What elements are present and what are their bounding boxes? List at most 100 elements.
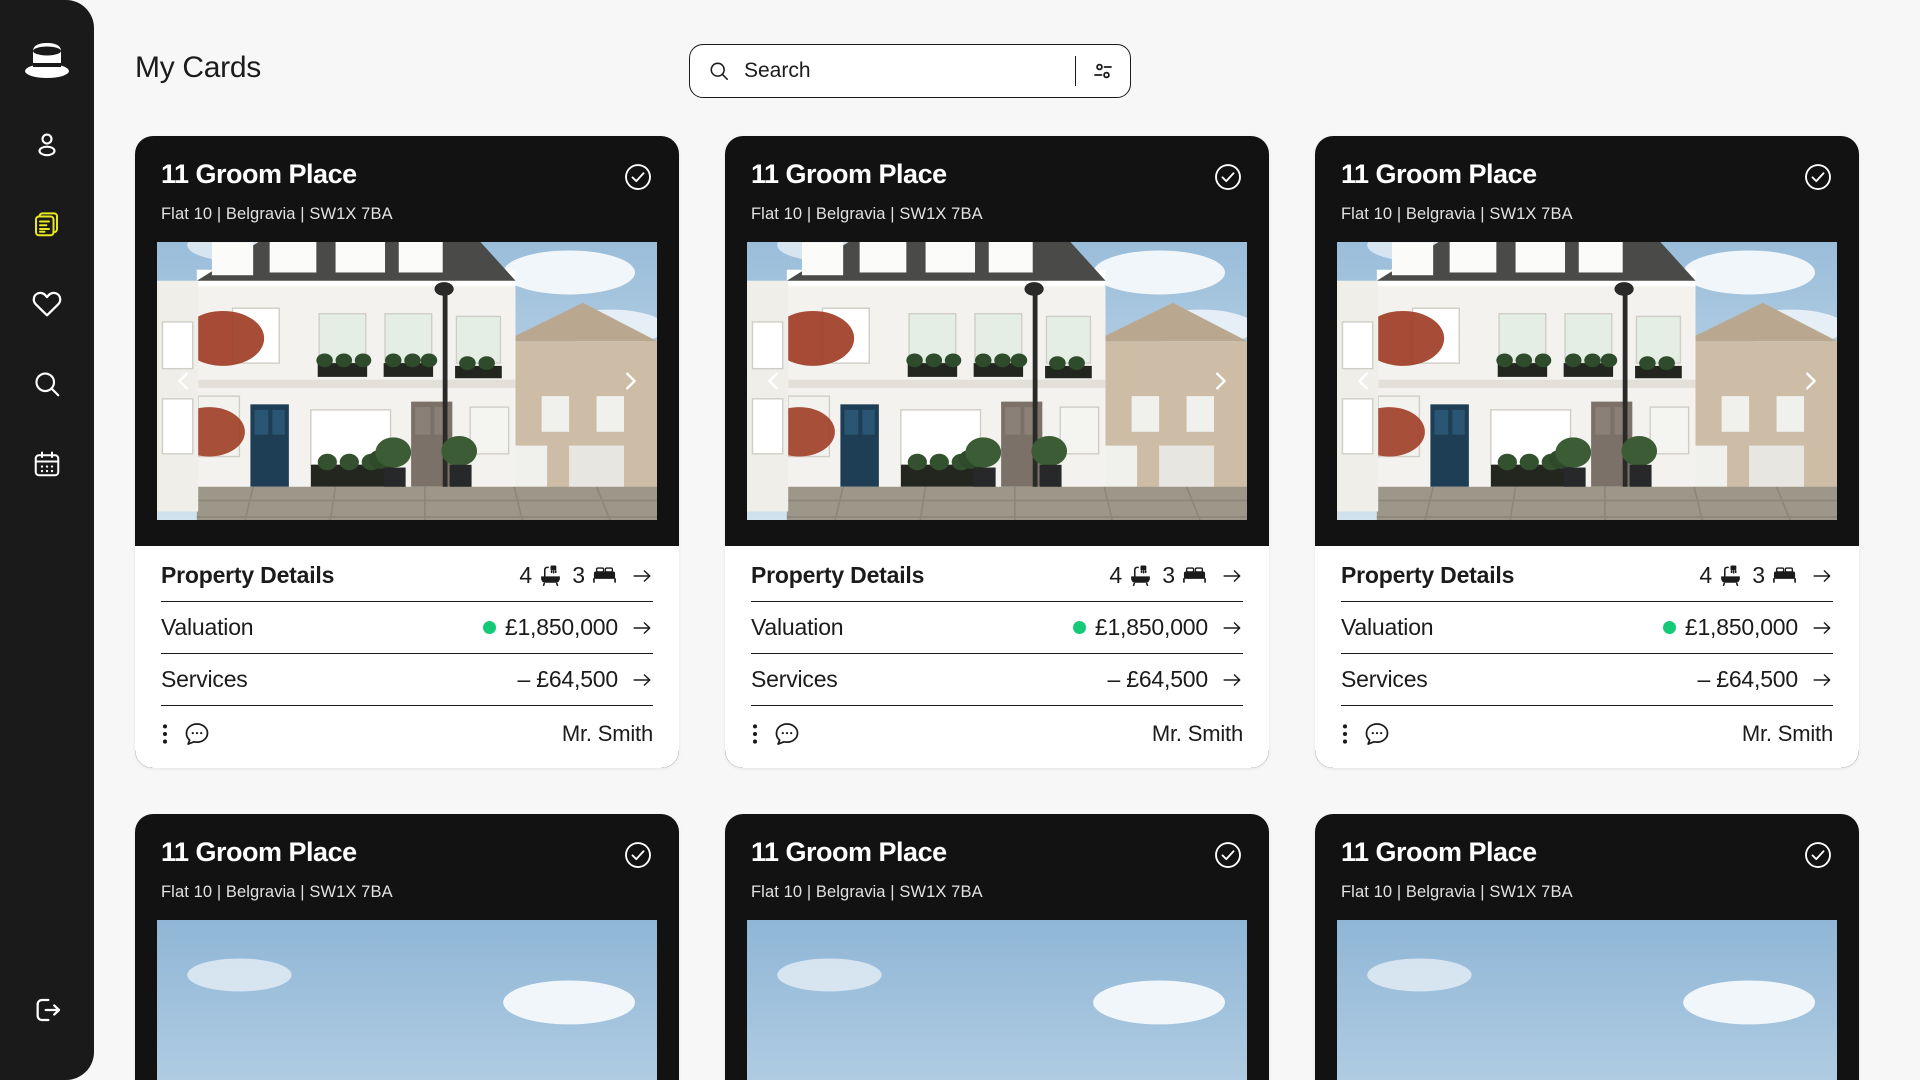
circle-check-icon[interactable] [623, 162, 653, 197]
property-card[interactable]: 11 Groom Place Flat 10 | Belgravia | SW1… [725, 136, 1269, 768]
property-card[interactable]: 11 Groom Place Flat 10 | Belgravia | SW1… [1315, 136, 1859, 768]
bed-icon [1181, 562, 1208, 589]
carousel-next-icon[interactable] [1203, 357, 1237, 405]
more-options-icon[interactable] [751, 721, 759, 747]
card-footer: Mr. Smith [161, 706, 653, 768]
bath-count-value: 4 [519, 562, 533, 588]
carousel-prev-icon[interactable] [1347, 357, 1381, 405]
property-photo[interactable] [1337, 920, 1837, 1080]
carousel-prev-icon[interactable] [167, 357, 201, 405]
property-card[interactable]: 11 Groom Place Flat 10 | Belgravia | SW1… [135, 814, 679, 1080]
circle-check-icon[interactable] [1803, 162, 1833, 197]
property-photo[interactable] [1337, 242, 1837, 520]
more-options-icon[interactable] [161, 721, 169, 747]
bed-count-value: 3 [1162, 562, 1175, 588]
property-card[interactable]: 11 Groom Place Flat 10 | Belgravia | SW1… [1315, 814, 1859, 1080]
row-arrow-icon [631, 617, 653, 639]
carousel-prev-icon[interactable] [757, 357, 791, 405]
page-title: My Cards [135, 51, 261, 84]
sidebar [0, 0, 94, 1080]
sidebar-item-calendar[interactable] [21, 438, 73, 490]
services-label: Services [751, 666, 838, 692]
chat-bubble-icon[interactable] [1363, 720, 1391, 748]
card-title: 11 Groom Place [751, 837, 947, 867]
main-content: My Cards Search 11 Groom Place Flat 10 |… [94, 0, 1920, 1080]
bathtub-icon [538, 563, 563, 588]
circle-check-icon[interactable] [623, 840, 653, 875]
property-photo[interactable] [747, 242, 1247, 520]
bed-count: 3 [1752, 562, 1798, 589]
row-property-details[interactable]: Property Details 4 3 [161, 546, 653, 602]
row-property-details[interactable]: Property Details 4 3 [751, 546, 1243, 602]
row-valuation[interactable]: Valuation £1,850,000 [161, 602, 653, 654]
services-label: Services [1341, 666, 1428, 692]
sidebar-item-favorites[interactable] [21, 278, 73, 330]
card-title: 11 Groom Place [161, 837, 357, 867]
row-arrow-icon [1811, 617, 1833, 639]
card-header: 11 Groom Place Flat 10 | Belgravia | SW1… [725, 814, 1269, 902]
carousel-next-icon[interactable] [1793, 357, 1827, 405]
bath-count-value: 4 [1109, 562, 1123, 588]
card-header: 11 Groom Place Flat 10 | Belgravia | SW1… [725, 136, 1269, 224]
search-divider [1074, 56, 1076, 86]
sidebar-item-logout[interactable] [21, 984, 73, 1036]
services-value: – £64,500 [1107, 666, 1208, 692]
bath-count: 4 [1699, 562, 1743, 589]
row-arrow-icon [1811, 565, 1833, 587]
sidebar-item-cards[interactable] [21, 198, 73, 250]
filter-sliders-icon[interactable] [1090, 58, 1116, 84]
bed-count-value: 3 [572, 562, 585, 588]
card-details: Property Details 4 3 Valuation £1,850,00… [725, 546, 1269, 768]
row-arrow-icon [1811, 669, 1833, 691]
valuation-value: £1,850,000 [1684, 614, 1798, 640]
card-subtitle: Flat 10 | Belgravia | SW1X 7BA [1341, 883, 1573, 901]
cards-grid-row-2: 11 Groom Place Flat 10 | Belgravia | SW1… [135, 814, 1920, 1080]
services-label: Services [161, 666, 248, 692]
row-services[interactable]: Services – £64,500 [1341, 654, 1833, 706]
circle-check-icon[interactable] [1803, 840, 1833, 875]
bed-count-value: 3 [1752, 562, 1765, 588]
bed-count: 3 [1162, 562, 1208, 589]
search-bar[interactable] [689, 44, 1131, 98]
valuation-value: £1,850,000 [1094, 614, 1208, 640]
property-photo[interactable] [157, 242, 657, 520]
card-header: 11 Groom Place Flat 10 | Belgravia | SW1… [135, 814, 679, 902]
top-hat-logo-icon[interactable] [19, 34, 75, 90]
valuation-value: £1,850,000 [504, 614, 618, 640]
card-owner: Mr. Smith [1741, 721, 1833, 746]
card-subtitle: Flat 10 | Belgravia | SW1X 7BA [751, 883, 983, 901]
topbar: My Cards [135, 0, 1920, 136]
services-value: – £64,500 [1697, 666, 1798, 692]
card-subtitle: Flat 10 | Belgravia | SW1X 7BA [161, 883, 393, 901]
sidebar-item-search[interactable] [21, 358, 73, 410]
card-subtitle: Flat 10 | Belgravia | SW1X 7BA [161, 205, 393, 223]
row-arrow-icon [631, 669, 653, 691]
chat-bubble-icon[interactable] [183, 720, 211, 748]
property-photo-image [747, 242, 1247, 520]
row-services[interactable]: Services – £64,500 [161, 654, 653, 706]
property-photo[interactable] [747, 920, 1247, 1080]
card-footer: Mr. Smith [1341, 706, 1833, 768]
sidebar-item-profile[interactable] [21, 118, 73, 170]
row-valuation[interactable]: Valuation £1,850,000 [1341, 602, 1833, 654]
card-title: 11 Groom Place [1341, 837, 1537, 867]
property-photo[interactable] [157, 920, 657, 1080]
row-property-details[interactable]: Property Details 4 3 [1341, 546, 1833, 602]
bath-count-value: 4 [1699, 562, 1713, 588]
row-arrow-icon [631, 565, 653, 587]
valuation-status-dot [1662, 621, 1676, 634]
property-card[interactable]: 11 Groom Place Flat 10 | Belgravia | SW1… [725, 814, 1269, 1080]
row-services[interactable]: Services – £64,500 [751, 654, 1243, 706]
circle-check-icon[interactable] [1213, 162, 1243, 197]
card-subtitle: Flat 10 | Belgravia | SW1X 7BA [751, 205, 983, 223]
more-options-icon[interactable] [1341, 721, 1349, 747]
bed-icon [1771, 562, 1798, 589]
property-photo-image [1337, 242, 1837, 520]
search-input[interactable] [744, 59, 1069, 83]
chat-bubble-icon[interactable] [773, 720, 801, 748]
property-details-label: Property Details [751, 562, 925, 588]
circle-check-icon[interactable] [1213, 840, 1243, 875]
property-card[interactable]: 11 Groom Place Flat 10 | Belgravia | SW1… [135, 136, 679, 768]
carousel-next-icon[interactable] [613, 357, 647, 405]
row-valuation[interactable]: Valuation £1,850,000 [751, 602, 1243, 654]
